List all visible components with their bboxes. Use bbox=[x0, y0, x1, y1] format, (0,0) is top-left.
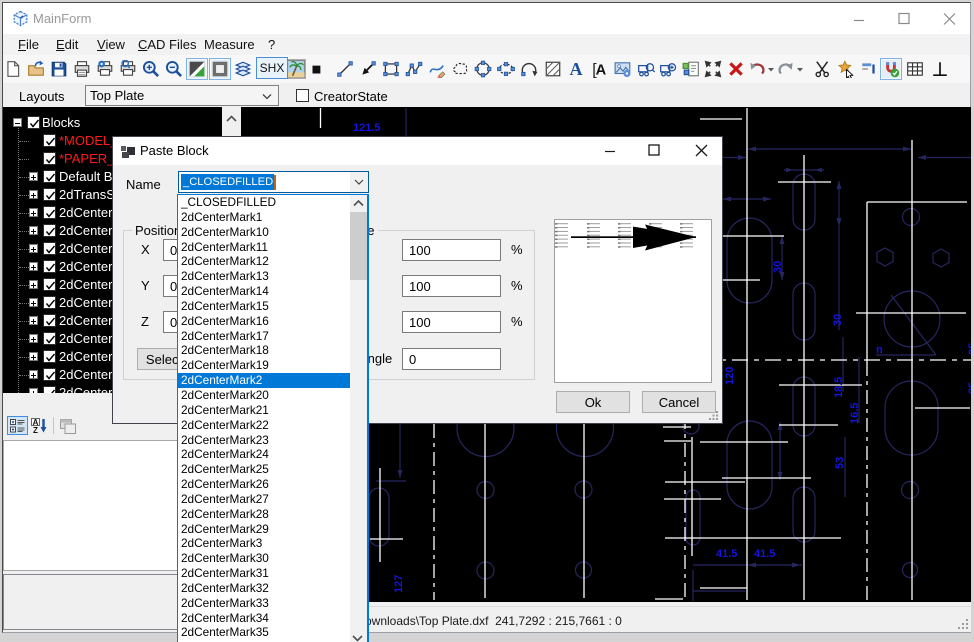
svg-text:Z: Z bbox=[33, 426, 38, 434]
svg-text:16.5: 16.5 bbox=[849, 403, 861, 424]
svg-text:120: 120 bbox=[724, 367, 736, 385]
svg-text:n: n bbox=[876, 344, 883, 356]
svg-text:127: 127 bbox=[393, 575, 405, 593]
svg-text:25: 25 bbox=[967, 382, 971, 394]
svg-text:41.5: 41.5 bbox=[716, 548, 737, 560]
svg-text:A: A bbox=[570, 60, 583, 78]
svg-text:18.5: 18.5 bbox=[833, 377, 845, 398]
svg-text:25: 25 bbox=[967, 343, 971, 355]
svg-text:121.5: 121.5 bbox=[353, 122, 381, 134]
svg-text:53: 53 bbox=[834, 457, 846, 469]
svg-text:41.5: 41.5 bbox=[754, 548, 775, 560]
svg-text:30: 30 bbox=[832, 314, 844, 326]
svg-text:A: A bbox=[596, 63, 607, 78]
svg-text:30: 30 bbox=[772, 261, 784, 273]
